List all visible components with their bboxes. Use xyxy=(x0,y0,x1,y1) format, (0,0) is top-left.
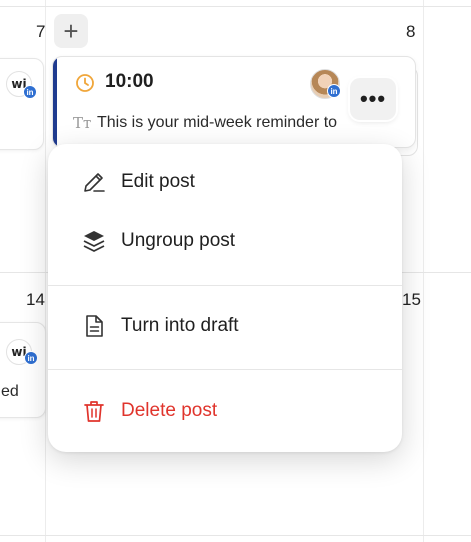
grid-line xyxy=(0,535,471,536)
layers-icon xyxy=(83,231,105,252)
text-format-icon: Tт xyxy=(73,114,92,132)
post-time: 10:00 xyxy=(105,71,154,92)
menu-item-turn-into-draft[interactable]: Turn into draft xyxy=(48,297,402,355)
pencil-icon xyxy=(84,173,105,192)
add-post-button[interactable]: + xyxy=(54,14,88,48)
post-preview-text: This is your mid-week reminder to xyxy=(97,114,338,131)
day-number-15: 15 xyxy=(402,290,421,309)
post-card-partial[interactable]: wi in xyxy=(0,58,44,150)
ellipsis-icon: ••• xyxy=(359,86,387,111)
post-card-partial[interactable]: wi in ed xyxy=(0,322,46,418)
menu-divider xyxy=(48,369,402,370)
trash-icon xyxy=(84,401,104,422)
menu-divider xyxy=(48,285,402,286)
menu-item-label: Edit post xyxy=(121,171,195,192)
linkedin-icon: in xyxy=(23,85,37,99)
grid-line xyxy=(0,6,471,7)
menu-item-label: Ungroup post xyxy=(121,230,236,251)
menu-item-delete-post[interactable]: Delete post xyxy=(48,382,402,440)
post-actions-menu: Edit post Ungroup post Turn into draft D… xyxy=(48,144,402,452)
day-number-14: 14 xyxy=(26,290,45,309)
day-number-7: 7 xyxy=(36,22,46,41)
more-options-button[interactable]: ••• xyxy=(350,78,396,120)
grid-line xyxy=(45,0,46,542)
menu-item-label: Delete post xyxy=(121,400,218,421)
menu-item-label: Turn into draft xyxy=(121,315,239,336)
post-accent-bar xyxy=(53,57,57,147)
menu-item-ungroup-post[interactable]: Ungroup post xyxy=(48,212,402,270)
day-number-8: 8 xyxy=(406,22,416,41)
menu-item-edit-post[interactable]: Edit post xyxy=(48,153,402,211)
linkedin-icon: in xyxy=(327,84,341,98)
linkedin-icon: in xyxy=(24,351,38,365)
plus-icon: + xyxy=(63,16,79,46)
grid-line xyxy=(423,0,424,542)
clock-icon xyxy=(76,74,94,92)
post-text-fragment: ed xyxy=(1,383,19,400)
document-icon xyxy=(86,315,103,337)
